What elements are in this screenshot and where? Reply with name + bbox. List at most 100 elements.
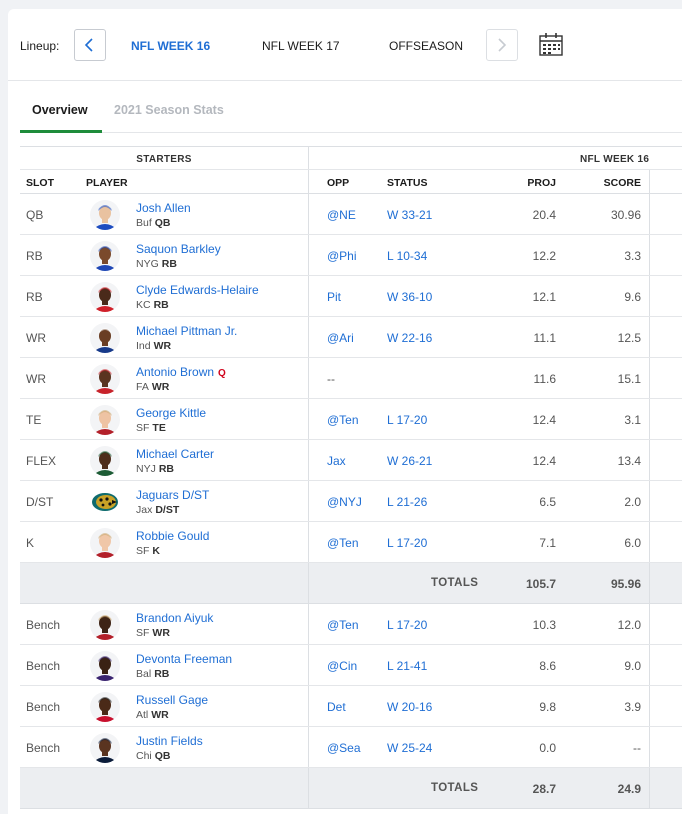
- player-name-link[interactable]: Brandon Aiyuk: [136, 611, 213, 625]
- player-name-link[interactable]: Russell Gage: [136, 693, 208, 707]
- actual-score: 3.9: [624, 700, 641, 714]
- week-tab-offseason[interactable]: OFFSEASON: [389, 39, 463, 53]
- projected-points: 12.1: [532, 290, 556, 304]
- opponent-link[interactable]: Pit: [327, 290, 341, 304]
- opponent-link[interactable]: @NE: [327, 208, 356, 222]
- game-status-link[interactable]: L 21-41: [387, 659, 427, 673]
- game-status-link[interactable]: L 17-20: [387, 618, 427, 632]
- player-team-position: Buf QB: [136, 217, 171, 229]
- player-name-link[interactable]: Antonio Brown Q: [136, 365, 226, 379]
- game-status-link[interactable]: L 17-20: [387, 536, 427, 550]
- opponent-link[interactable]: @Ten: [327, 536, 359, 550]
- game-status-link[interactable]: W 33-21: [387, 208, 432, 222]
- starters-heading: STARTERS: [136, 154, 192, 165]
- actual-score: 2.0: [624, 495, 641, 509]
- game-status-link[interactable]: W 26-21: [387, 454, 432, 468]
- player-headshot-icon: [90, 241, 120, 271]
- player-name-link[interactable]: Robbie Gould: [136, 529, 209, 543]
- opponent-link[interactable]: @Ten: [327, 413, 359, 427]
- game-status-link[interactable]: W 36-10: [387, 290, 432, 304]
- totals-label: TOTALS: [431, 577, 479, 589]
- projected-points: 0.0: [539, 741, 556, 755]
- player-team-position: SF WR: [136, 627, 170, 639]
- week-tab-nfl-week-16[interactable]: NFL WEEK 16: [131, 39, 210, 53]
- player-name-link[interactable]: Jaguars D/ST: [136, 488, 209, 502]
- view-tabs: Overview 2021 Season Stats: [20, 89, 682, 133]
- player-avatar: [90, 282, 120, 312]
- game-status-link[interactable]: L 21-26: [387, 495, 427, 509]
- actual-score: 13.4: [617, 454, 641, 468]
- opponent-link[interactable]: @Ten: [327, 618, 359, 632]
- player-team-position: Jax D/ST: [136, 504, 180, 516]
- table-row: TE George Kittle SF TE @Ten L 17-20 12.4 3.1: [20, 399, 682, 440]
- opponent-link[interactable]: Jax: [327, 454, 346, 468]
- calendar-icon[interactable]: [538, 31, 564, 57]
- player-avatar: [90, 733, 120, 763]
- header-score: SCORE: [603, 177, 641, 189]
- tab-overview[interactable]: Overview: [32, 103, 88, 117]
- injury-status-badge: Q: [218, 368, 226, 379]
- player-headshot-icon: [90, 405, 120, 435]
- player-name-link[interactable]: Saquon Barkley: [136, 242, 221, 256]
- table-row: FLEX Michael Carter NYJ RB Jax W 26-21 12.4 13.…: [20, 440, 682, 481]
- opponent-link[interactable]: @NYJ: [327, 495, 362, 509]
- player-name-link[interactable]: Clyde Edwards-Helaire: [136, 283, 259, 297]
- actual-score: 15.1: [617, 372, 641, 386]
- tab-season-stats[interactable]: 2021 Season Stats: [114, 103, 224, 117]
- player-avatar: [90, 446, 120, 476]
- header-slot: SLOT: [26, 177, 54, 189]
- opponent-link[interactable]: Det: [327, 700, 346, 714]
- game-status-link[interactable]: W 20-16: [387, 700, 432, 714]
- totals-score: 24.9: [617, 782, 641, 796]
- game-status-link[interactable]: L 17-20: [387, 413, 427, 427]
- player-team-position: KC RB: [136, 299, 169, 311]
- opponent-link[interactable]: @Ari: [327, 331, 354, 345]
- projected-points: 11.1: [533, 331, 556, 345]
- column-headers: SLOT PLAYER OPP STATUS PROJ SCORE: [20, 170, 682, 194]
- player-team-position: NYJ RB: [136, 463, 175, 475]
- projected-points: 12.4: [532, 413, 556, 427]
- projected-points: 12.4: [532, 454, 556, 468]
- player-team-position: Atl WR: [136, 709, 169, 721]
- slot-label: D/ST: [26, 495, 54, 509]
- actual-score: 9.6: [624, 290, 641, 304]
- player-name-link[interactable]: Justin Fields: [136, 734, 203, 748]
- week-tab-nfl-week-17[interactable]: NFL WEEK 17: [262, 39, 340, 53]
- column-divider: [649, 170, 650, 193]
- game-status-link[interactable]: L 10-34: [387, 249, 427, 263]
- player-avatar: [90, 487, 120, 517]
- player-name-link[interactable]: George Kittle: [136, 406, 206, 420]
- bench-rows: Bench Brandon Aiyuk SF WR @Ten L 17-20 10.3 12.…: [20, 604, 682, 768]
- player-avatar: [90, 651, 120, 681]
- previous-week-button[interactable]: [74, 29, 106, 61]
- actual-score: 6.0: [624, 536, 641, 550]
- totals-score: 95.96: [610, 577, 641, 591]
- player-name-link[interactable]: Devonta Freeman: [136, 652, 232, 666]
- bench-totals-row: TOTALS 28.7 24.9: [20, 768, 682, 809]
- totals-label: TOTALS: [431, 782, 479, 794]
- table-row: QB Josh Allen Buf QB @NE W 33-21 20.4 30.96: [20, 194, 682, 235]
- opponent-link[interactable]: @Cin: [327, 659, 357, 673]
- player-headshot-icon: [90, 282, 120, 312]
- player-headshot-icon: [90, 610, 120, 640]
- opponent-link[interactable]: @Sea: [327, 741, 361, 755]
- game-status-link[interactable]: W 25-24: [387, 741, 432, 755]
- table-row: RB Clyde Edwards-Helaire KC RB Pit W 36-10 12.…: [20, 276, 682, 317]
- column-divider: [308, 147, 309, 169]
- table-row: Bench Justin Fields Chi QB @Sea W 25-24 0.0 --: [20, 727, 682, 768]
- player-headshot-icon: [90, 200, 120, 230]
- starters-rows: QB Josh Allen Buf QB @NE W 33-21 20.4 30.96 RB Sa…: [20, 194, 682, 563]
- actual-score: 9.0: [624, 659, 641, 673]
- active-tab-indicator: [20, 130, 102, 133]
- game-status-link[interactable]: W 22-16: [387, 331, 432, 345]
- next-week-button[interactable]: [486, 29, 518, 61]
- player-headshot-icon: [90, 528, 120, 558]
- opponent-link[interactable]: @Phi: [327, 249, 357, 263]
- table-row: Bench Devonta Freeman Bal RB @Cin L 21-41 8.6 9…: [20, 645, 682, 686]
- player-name-link[interactable]: Michael Carter: [136, 447, 214, 461]
- player-name-link[interactable]: Josh Allen: [136, 201, 191, 215]
- projected-points: 7.1: [539, 536, 556, 550]
- player-team-position: Ind WR: [136, 340, 172, 352]
- slot-label: K: [26, 536, 35, 550]
- player-name-link[interactable]: Michael Pittman Jr.: [136, 324, 237, 338]
